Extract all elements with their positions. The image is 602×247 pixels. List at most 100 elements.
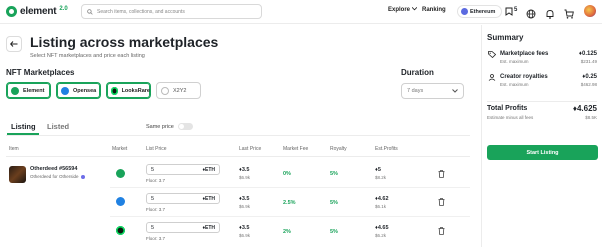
last-price-value: 3.5 bbox=[241, 196, 250, 202]
element-logo-icon bbox=[11, 86, 19, 95]
nav-explore[interactable]: Explore bbox=[388, 7, 418, 13]
page-subtitle: Select NFT marketplaces and price each l… bbox=[30, 53, 145, 59]
globe-icon bbox=[526, 9, 536, 19]
royalty: 5% bbox=[330, 200, 338, 206]
creator-royalties-label: Creator royalties bbox=[500, 74, 548, 80]
total-profits-value: ♦4.625 bbox=[572, 104, 597, 113]
col-header-market: Market bbox=[112, 146, 128, 152]
list-price-input[interactable]: 5 ♦ETH bbox=[146, 222, 220, 233]
marketplace-opensea[interactable]: Opensea bbox=[56, 82, 101, 99]
marketplace-label: LooksRare bbox=[121, 87, 150, 94]
list-price-value: 5 bbox=[151, 166, 155, 173]
start-listing-button[interactable]: Start Listing bbox=[487, 145, 598, 160]
floor-price: Floor: 3.7 bbox=[146, 178, 166, 183]
same-price-toggle[interactable] bbox=[178, 123, 193, 130]
currency-label: ♦ETH bbox=[202, 166, 215, 173]
marketplace-element[interactable]: Element bbox=[6, 82, 51, 99]
last-price-usd: $6.9k bbox=[239, 204, 251, 209]
est-profit-usd: $6.1k bbox=[375, 204, 387, 209]
currency: ETH bbox=[205, 166, 215, 173]
nav-explore-label: Explore bbox=[388, 7, 411, 13]
search-bar[interactable] bbox=[81, 4, 262, 19]
est-profit: ♦4.65 bbox=[375, 225, 389, 231]
total-profits-sub: Estimate minus all fees bbox=[487, 115, 534, 120]
est-profit-usd: $8.2k bbox=[375, 175, 387, 180]
col-header-item: Item bbox=[9, 146, 19, 152]
divider bbox=[487, 101, 597, 102]
trash-icon[interactable] bbox=[438, 170, 445, 178]
last-price-usd: $6.9k bbox=[239, 175, 251, 180]
search-input[interactable] bbox=[97, 8, 247, 15]
marketplace-x2y2[interactable]: X2Y2 bbox=[156, 82, 201, 99]
est-profit-value: 5 bbox=[377, 167, 381, 173]
col-header-market-fee: Market Fee bbox=[283, 146, 309, 152]
looksrare-logo-icon bbox=[116, 226, 125, 235]
summary-title: Summary bbox=[487, 33, 524, 42]
bell-icon bbox=[546, 10, 554, 19]
duration-value: 7 days bbox=[407, 88, 424, 94]
element-logo-icon[interactable] bbox=[6, 6, 17, 17]
chain-selector[interactable]: Ethereum bbox=[457, 5, 502, 18]
last-price: ♦3.5 bbox=[239, 167, 250, 173]
chevron-down-icon bbox=[411, 7, 418, 11]
nft-collection[interactable]: Otherdeed for Otherside bbox=[30, 174, 85, 179]
royalty: 5% bbox=[330, 171, 338, 177]
chevron-down-icon bbox=[452, 89, 458, 93]
last-price-usd: $6.9k bbox=[239, 233, 251, 238]
list-price-input[interactable]: 5 ♦ETH bbox=[146, 193, 220, 204]
brand-name[interactable]: element bbox=[20, 6, 57, 17]
market-fee: 0% bbox=[283, 171, 291, 177]
trash-icon[interactable] bbox=[438, 198, 445, 206]
creator-royalties-amount: 0.25 bbox=[585, 74, 597, 80]
back-button[interactable] bbox=[6, 36, 22, 52]
last-price: ♦3.5 bbox=[239, 225, 250, 231]
last-price: ♦3.5 bbox=[239, 196, 250, 202]
marketplace-fees-sub: Est. maximum bbox=[500, 59, 529, 64]
nft-name[interactable]: Otherdeed #56594 bbox=[30, 166, 77, 172]
same-price-label: Same price bbox=[146, 124, 174, 130]
tab-listed[interactable]: Listed bbox=[47, 122, 69, 131]
trash-icon[interactable] bbox=[438, 227, 445, 235]
col-header-royalty: Royalty bbox=[330, 146, 347, 152]
market-fee: 2.5% bbox=[283, 200, 296, 206]
total-profits-amount: 4.625 bbox=[576, 104, 597, 113]
marketplace-label: Opensea bbox=[73, 87, 97, 94]
creator-royalties-usd: $462.98 bbox=[580, 82, 597, 87]
creator-royalties-sub: Est. maximum bbox=[500, 82, 529, 87]
arrow-left-icon bbox=[10, 41, 18, 47]
est-profit: ♦4.62 bbox=[375, 196, 389, 202]
market-fee: 2% bbox=[283, 229, 291, 235]
avatar-button[interactable] bbox=[584, 5, 596, 17]
col-header-last-price: Last Price bbox=[239, 146, 262, 152]
version-badge: 2.0 bbox=[59, 5, 68, 12]
nav-ranking[interactable]: Ranking bbox=[422, 7, 446, 13]
currency: ETH bbox=[205, 224, 215, 231]
nft-thumbnail[interactable] bbox=[9, 166, 26, 183]
tab-listing[interactable]: Listing bbox=[11, 122, 36, 131]
x2y2-logo-icon bbox=[161, 86, 169, 95]
notifications-button[interactable] bbox=[545, 6, 556, 19]
currency: ETH bbox=[205, 195, 215, 202]
last-price-value: 3.5 bbox=[241, 167, 250, 173]
royalty: 5% bbox=[330, 229, 338, 235]
est-profit-value: 4.65 bbox=[377, 225, 389, 231]
marketplace-looksrare[interactable]: LooksRare bbox=[106, 82, 151, 99]
looksrare-logo-icon bbox=[111, 86, 118, 95]
language-button[interactable] bbox=[526, 6, 537, 19]
marketplace-label: X2Y2 bbox=[173, 87, 187, 94]
wallet-button[interactable]: 5 bbox=[505, 6, 521, 17]
floor-price: Floor: 3.7 bbox=[146, 236, 166, 241]
cart-button[interactable] bbox=[564, 6, 575, 19]
duration-select[interactable]: 7 days bbox=[401, 83, 464, 99]
currency-label: ♦ETH bbox=[202, 224, 215, 231]
nft-collection-name: Otherdeed for Otherside bbox=[30, 174, 79, 179]
element-logo-icon bbox=[116, 169, 125, 178]
marketplaces-label: NFT Marketplaces bbox=[6, 68, 75, 77]
list-price-input[interactable]: 5 ♦ETH bbox=[146, 164, 220, 175]
duration-label: Duration bbox=[401, 68, 434, 77]
marketplace-fees-amount: 0.125 bbox=[581, 51, 597, 57]
divider bbox=[110, 216, 470, 217]
col-header-list-price: List Price bbox=[146, 146, 167, 152]
search-icon bbox=[87, 8, 93, 15]
floor-price: Floor: 3.7 bbox=[146, 207, 166, 212]
